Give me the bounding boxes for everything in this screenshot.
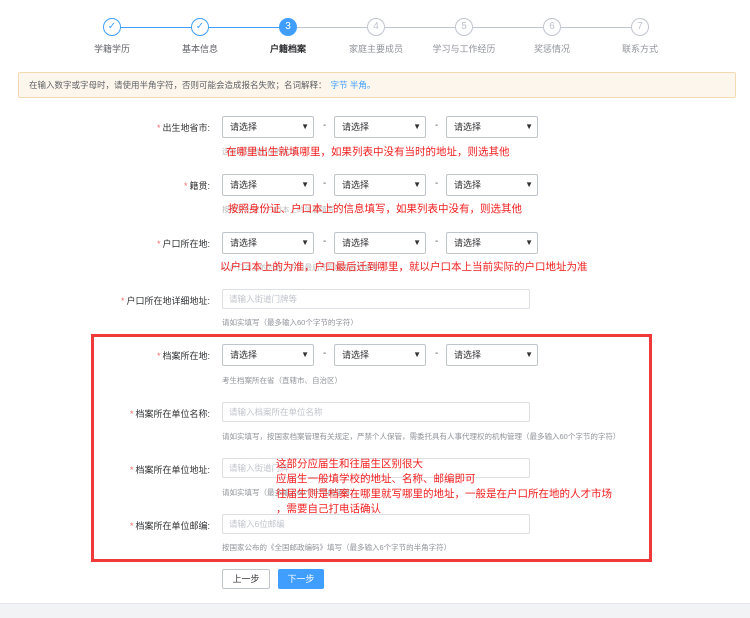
check-icon: ✓ xyxy=(191,18,209,36)
birthplace-district-select[interactable]: 请选择 ▼ xyxy=(446,116,538,138)
separator: - xyxy=(323,236,327,247)
progress-stepper: ✓ 学籍学历 ✓ 基本信息 3 户籍档案 4 家庭主要成员 5 学习与工作经历 … xyxy=(58,18,698,62)
step-label: 户籍档案 xyxy=(269,44,306,54)
native-label: * 籍贯: xyxy=(183,181,210,191)
step-3[interactable]: 3 户籍档案 xyxy=(243,18,333,55)
separator: - xyxy=(435,236,439,247)
step-number: 5 xyxy=(455,18,473,36)
chevron-down-icon: ▼ xyxy=(525,122,533,131)
notice-banner: 在输入数字或字母时，请使用半角字符，否则可能会造成报名失败；名词解释： 字节 半角… xyxy=(18,72,736,98)
step-label: 学习与工作经历 xyxy=(432,44,496,54)
native-province-select[interactable]: 请选择 ▼ xyxy=(222,174,314,196)
birthplace-label: * 出生地省市: xyxy=(156,123,210,133)
chevron-down-icon: ▼ xyxy=(301,238,309,247)
chevron-down-icon: ▼ xyxy=(301,122,309,131)
footer-bar xyxy=(0,603,750,618)
step-label: 奖惩情况 xyxy=(533,44,570,54)
highlight-box xyxy=(91,334,652,562)
chevron-down-icon: ▼ xyxy=(301,180,309,189)
birthplace-city-select[interactable]: 请选择 ▼ xyxy=(334,116,426,138)
native-annotation: 按照身份证、户口本上的信息填写，如果列表中没有，则选其他 xyxy=(228,203,522,215)
check-icon: ✓ xyxy=(103,18,121,36)
hukou-city-select[interactable]: 请选择 ▼ xyxy=(334,232,426,254)
next-step-button[interactable]: 下一步 xyxy=(278,569,324,589)
chevron-down-icon: ▼ xyxy=(413,122,421,131)
notice-text: 在输入数字或字母时，请使用半角字符，否则可能会造成报名失败；名词解释： xyxy=(29,80,327,90)
step-1[interactable]: ✓ 学籍学历 xyxy=(67,18,157,55)
step-2[interactable]: ✓ 基本信息 xyxy=(155,18,245,55)
chevron-down-icon: ▼ xyxy=(525,238,533,247)
step-label: 基本信息 xyxy=(181,44,218,54)
step-number: 4 xyxy=(367,18,385,36)
hukou-detail-input[interactable]: 请输入街道门牌等 xyxy=(222,289,530,309)
step-number: 6 xyxy=(543,18,561,36)
step-number: 3 xyxy=(279,18,297,36)
hukou-annotation: 以户口本上的为准，户口最后迁到哪里，就以户口本上当前实际的户口地址为准 xyxy=(220,261,588,273)
native-district-select[interactable]: 请选择 ▼ xyxy=(446,174,538,196)
separator: - xyxy=(435,178,439,189)
step-4[interactable]: 4 家庭主要成员 xyxy=(331,18,421,55)
separator: - xyxy=(435,120,439,131)
separator: - xyxy=(323,120,327,131)
prev-step-button[interactable]: 上一步 xyxy=(222,569,270,589)
birthplace-annotation: 在哪里出生就填哪里，如果列表中没有当时的地址，则选其他 xyxy=(226,146,510,158)
hukou-province-select[interactable]: 请选择 ▼ xyxy=(222,232,314,254)
chevron-down-icon: ▼ xyxy=(413,180,421,189)
chevron-down-icon: ▼ xyxy=(413,238,421,247)
hukou-district-select[interactable]: 请选择 ▼ xyxy=(446,232,538,254)
step-5[interactable]: 5 学习与工作经历 xyxy=(419,18,509,55)
step-6[interactable]: 6 奖惩情况 xyxy=(507,18,597,55)
separator: - xyxy=(323,178,327,189)
hukou-label: * 户口所在地: xyxy=(156,239,210,249)
step-label: 家庭主要成员 xyxy=(348,44,403,54)
step-label: 联系方式 xyxy=(621,44,658,54)
step-7[interactable]: 7 联系方式 xyxy=(595,18,685,55)
step-number: 7 xyxy=(631,18,649,36)
native-city-select[interactable]: 请选择 ▼ xyxy=(334,174,426,196)
chevron-down-icon: ▼ xyxy=(525,180,533,189)
hukou-detail-label: * 户口所在地详细地址: xyxy=(120,296,210,306)
step-label: 学籍学历 xyxy=(93,44,130,54)
hukou-detail-hint: 请如实填写（最多输入60个字节的字符） xyxy=(222,318,358,327)
birthplace-province-select[interactable]: 请选择 ▼ xyxy=(222,116,314,138)
glossary-link[interactable]: 字节 半角。 xyxy=(331,80,376,90)
